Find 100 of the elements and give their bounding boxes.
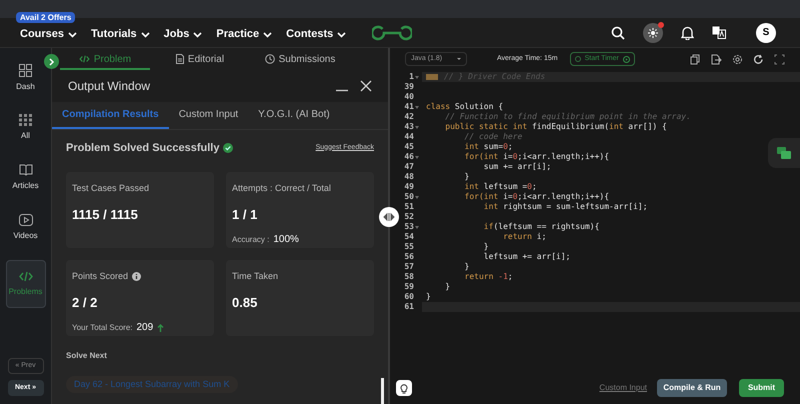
reset-icon[interactable] (753, 54, 764, 64)
translate-icon[interactable] (712, 26, 726, 39)
circle-icon (574, 56, 581, 62)
card-value: 0.85 (232, 294, 258, 312)
card-value: 2 / 2 (72, 294, 98, 312)
code-line: return -1; (464, 273, 513, 281)
nav-menu[interactable]: Contests (286, 26, 346, 43)
card-label: Points Scored (72, 270, 128, 283)
clock-icon (264, 54, 275, 64)
nav-menu[interactable]: Practice (216, 26, 272, 43)
fold-caret-icon[interactable] (415, 106, 419, 108)
line-number: 46 (404, 153, 414, 161)
code-line: int sum=0; (464, 143, 513, 151)
chat-button[interactable] (768, 138, 800, 168)
line-number: 1 (409, 73, 414, 81)
fold-caret-icon[interactable] (415, 156, 419, 158)
fold-caret-icon[interactable] (415, 226, 419, 228)
problem-tab[interactable]: Editorial (150, 50, 250, 70)
sidebar-item[interactable]: Articles (6, 160, 46, 196)
code-line: sum += arr[i]; (482, 163, 552, 171)
line-number: 41 (404, 103, 414, 111)
code-line: } (426, 293, 431, 301)
check-circle-icon (223, 143, 234, 153)
card-value: 1115 / 1115 (72, 206, 139, 224)
fold-caret-icon[interactable] (415, 196, 419, 198)
line-number: 39 (404, 83, 414, 91)
play-icon (18, 214, 32, 226)
file-export-icon[interactable] (711, 54, 722, 64)
line-number: 51 (404, 203, 414, 211)
code-line: // Function to find equilibrium point in the array. (444, 113, 691, 121)
code-line: } (464, 173, 470, 181)
line-number: 50 (404, 193, 414, 201)
chevron-right-icon (48, 58, 55, 66)
sub-label: Your Total Score: (72, 322, 132, 334)
submit-button[interactable]: Submit (739, 379, 784, 397)
bell-icon[interactable] (681, 26, 694, 40)
hint-button[interactable] (396, 380, 412, 396)
document-icon (176, 54, 184, 64)
dots-grid-icon (19, 114, 32, 126)
card-label: Attempts : Correct / Total (232, 182, 331, 195)
compile-run-button[interactable]: Compile & Run (657, 379, 727, 397)
code-line: leftsum += arr[i]; (482, 253, 570, 261)
code-line: int rightsum = sum-leftsum-arr[i]; (482, 203, 648, 211)
card-value: 1 / 1 (232, 206, 258, 224)
card-label: Test Cases Passed (72, 182, 150, 195)
close-icon[interactable] (360, 80, 372, 92)
line-number: 49 (404, 183, 414, 191)
line-number: 58 (404, 273, 414, 281)
sidebar-item[interactable]: All (6, 110, 46, 146)
chevron-down-icon (263, 32, 272, 38)
code-line: } (464, 263, 470, 271)
output-tab[interactable]: Y.O.G.I. (AI Bot) (248, 102, 340, 129)
expand-button[interactable] (44, 54, 59, 69)
book-icon (18, 164, 32, 176)
line-number: 57 (404, 263, 414, 271)
sidebar-item[interactable]: Videos (6, 210, 46, 246)
grid-icon (19, 64, 32, 76)
chevron-down-icon (140, 32, 150, 38)
copy-icon[interactable] (690, 54, 701, 64)
fullscreen-icon[interactable] (774, 54, 785, 64)
code-line: class Solution { (426, 103, 504, 111)
line-number: 56 (404, 253, 414, 261)
line-number: 42 (404, 113, 414, 121)
lightbulb-icon (399, 382, 409, 394)
window-title: Output Window (68, 78, 150, 95)
chat-bubbles-icon (777, 147, 791, 159)
line-number: 44 (404, 133, 414, 141)
line-number: 45 (404, 143, 414, 151)
code-icon (18, 270, 32, 282)
avatar[interactable]: S (756, 22, 776, 42)
logo-icon[interactable] (372, 24, 412, 42)
caret-icon (457, 58, 461, 60)
minimize-icon[interactable] (336, 88, 348, 92)
chevron-down-icon (68, 32, 78, 38)
nav-menu[interactable]: Jobs (164, 26, 202, 43)
fold-caret-icon[interactable] (415, 76, 419, 78)
line-number: 54 (404, 233, 414, 241)
nav-menu[interactable]: Courses (20, 26, 78, 43)
sub-value: 209 (136, 321, 154, 335)
scrollbar-thumb[interactable] (381, 378, 384, 404)
custom-input-link[interactable]: Custom Input (599, 382, 647, 394)
line-number: 59 (404, 283, 414, 291)
fold-marker[interactable] (426, 74, 438, 80)
output-tab[interactable]: Custom Input (168, 102, 248, 129)
settings-icon[interactable] (732, 54, 743, 64)
code-line: int leftsum =0; (464, 183, 537, 191)
line-number: 60 (404, 293, 414, 301)
problem-tab[interactable]: Submissions (250, 50, 350, 70)
sub-label: Accuracy : (232, 234, 270, 246)
nav-menu[interactable]: Tutorials (91, 26, 150, 43)
sub-value: 100% (273, 233, 299, 247)
info-icon[interactable] (132, 272, 142, 282)
line-number: 40 (404, 93, 414, 101)
theme-toggle[interactable] (643, 22, 663, 42)
offer-badge: Avail 2 Offers (16, 12, 76, 23)
sidebar-item[interactable]: Dash (6, 60, 46, 96)
chevron-down-icon (193, 32, 202, 38)
fold-caret-icon[interactable] (415, 126, 419, 128)
play-circle-icon (622, 56, 630, 62)
search-icon[interactable] (611, 26, 625, 40)
